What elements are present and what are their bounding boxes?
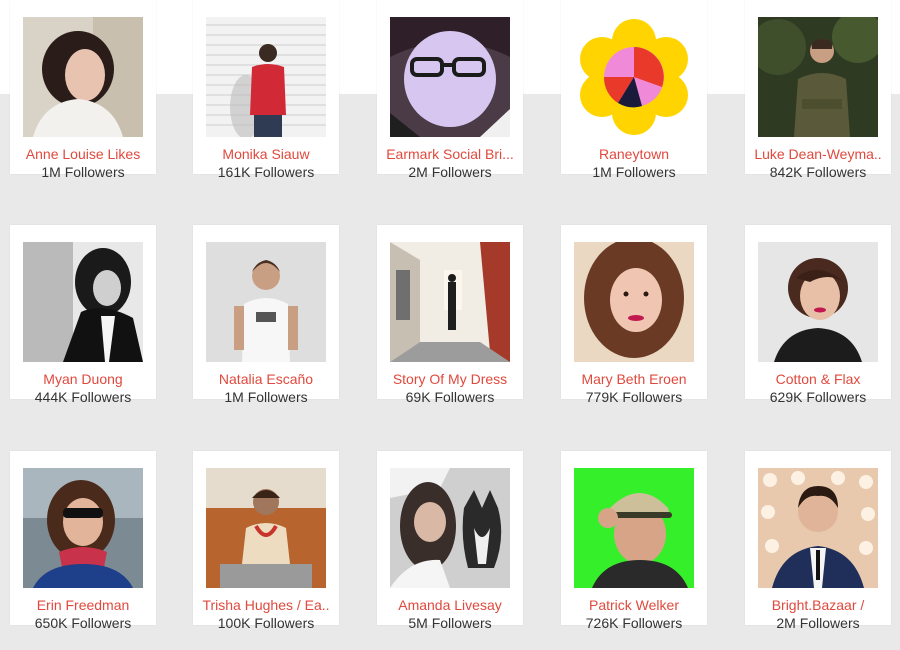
profile-card[interactable]: Story Of My Dress 69K Followers bbox=[377, 225, 523, 405]
profile-name[interactable]: Monika Siauw bbox=[197, 145, 335, 163]
follower-count: 2M Followers bbox=[408, 164, 492, 180]
profile-name[interactable]: Bright.Bazaar / bbox=[749, 596, 887, 614]
profile-name[interactable]: Myan Duong bbox=[14, 370, 152, 388]
profile-card[interactable]: Monika Siauw 161K Followers bbox=[193, 0, 339, 180]
follower-count: 1M Followers bbox=[592, 164, 676, 180]
follower-count: 1M Followers bbox=[41, 164, 125, 180]
follower-count: 1M Followers bbox=[224, 389, 308, 405]
follower-count: 444K Followers bbox=[34, 389, 132, 405]
follower-count: 161K Followers bbox=[217, 164, 315, 180]
follower-count: 650K Followers bbox=[34, 615, 132, 631]
profile-card[interactable]: Myan Duong 444K Followers bbox=[10, 225, 156, 405]
follower-count: 5M Followers bbox=[408, 615, 492, 631]
follower-count: 2M Followers bbox=[776, 615, 860, 631]
profile-photo[interactable] bbox=[206, 468, 326, 588]
profile-name[interactable]: Mary Beth Eroen bbox=[565, 370, 703, 388]
profile-name[interactable]: Story Of My Dress bbox=[381, 370, 519, 388]
profile-name[interactable]: Raneytown bbox=[565, 145, 703, 163]
follower-count: 726K Followers bbox=[585, 615, 683, 631]
follower-count: 629K Followers bbox=[769, 389, 867, 405]
profile-card[interactable]: Bright.Bazaar / 2M Followers bbox=[745, 451, 891, 631]
profile-name[interactable]: Earmark Social Bri... bbox=[381, 145, 519, 163]
profile-photo[interactable] bbox=[574, 242, 694, 362]
follower-count: 779K Followers bbox=[585, 389, 683, 405]
profile-name[interactable]: Trisha Hughes / Ea.. bbox=[197, 596, 335, 614]
profile-card[interactable]: Earmark Social Bri... 2M Followers bbox=[377, 0, 523, 180]
profile-card[interactable]: Natalia Escaño 1M Followers bbox=[193, 225, 339, 405]
profile-name[interactable]: Anne Louise Likes bbox=[14, 145, 152, 163]
follower-count: 69K Followers bbox=[405, 389, 495, 405]
profile-photo[interactable] bbox=[574, 17, 694, 137]
profile-name[interactable]: Natalia Escaño bbox=[197, 370, 335, 388]
profile-photo[interactable] bbox=[23, 242, 143, 362]
profile-card[interactable]: Anne Louise Likes 1M Followers bbox=[10, 0, 156, 180]
profile-name[interactable]: Patrick Welker bbox=[565, 596, 703, 614]
profile-photo[interactable] bbox=[758, 468, 878, 588]
profile-card[interactable]: Erin Freedman 650K Followers bbox=[10, 451, 156, 631]
profile-card[interactable]: Cotton & Flax 629K Followers bbox=[745, 225, 891, 405]
profile-photo[interactable] bbox=[23, 468, 143, 588]
follower-count: 842K Followers bbox=[769, 164, 867, 180]
profile-photo[interactable] bbox=[390, 242, 510, 362]
profile-name[interactable]: Cotton & Flax bbox=[749, 370, 887, 388]
profile-card[interactable]: Raneytown 1M Followers bbox=[561, 0, 707, 180]
profile-card[interactable]: Luke Dean-Weyma.. 842K Followers bbox=[745, 0, 891, 180]
profile-photo[interactable] bbox=[23, 17, 143, 137]
profile-photo[interactable] bbox=[758, 242, 878, 362]
profile-name[interactable]: Amanda Livesay bbox=[381, 596, 519, 614]
follower-count: 100K Followers bbox=[217, 615, 315, 631]
profile-photo[interactable] bbox=[390, 468, 510, 588]
profile-card[interactable]: Mary Beth Eroen 779K Followers bbox=[561, 225, 707, 405]
profile-photo[interactable] bbox=[206, 242, 326, 362]
profile-photo[interactable] bbox=[574, 468, 694, 588]
profile-photo[interactable] bbox=[390, 17, 510, 137]
profile-card[interactable]: Patrick Welker 726K Followers bbox=[561, 451, 707, 631]
profile-name[interactable]: Erin Freedman bbox=[14, 596, 152, 614]
profile-photo[interactable] bbox=[206, 17, 326, 137]
profile-card[interactable]: Trisha Hughes / Ea.. 100K Followers bbox=[193, 451, 339, 631]
profile-photo[interactable] bbox=[758, 17, 878, 137]
profile-card[interactable]: Amanda Livesay 5M Followers bbox=[377, 451, 523, 631]
profile-name[interactable]: Luke Dean-Weyma.. bbox=[749, 145, 887, 163]
